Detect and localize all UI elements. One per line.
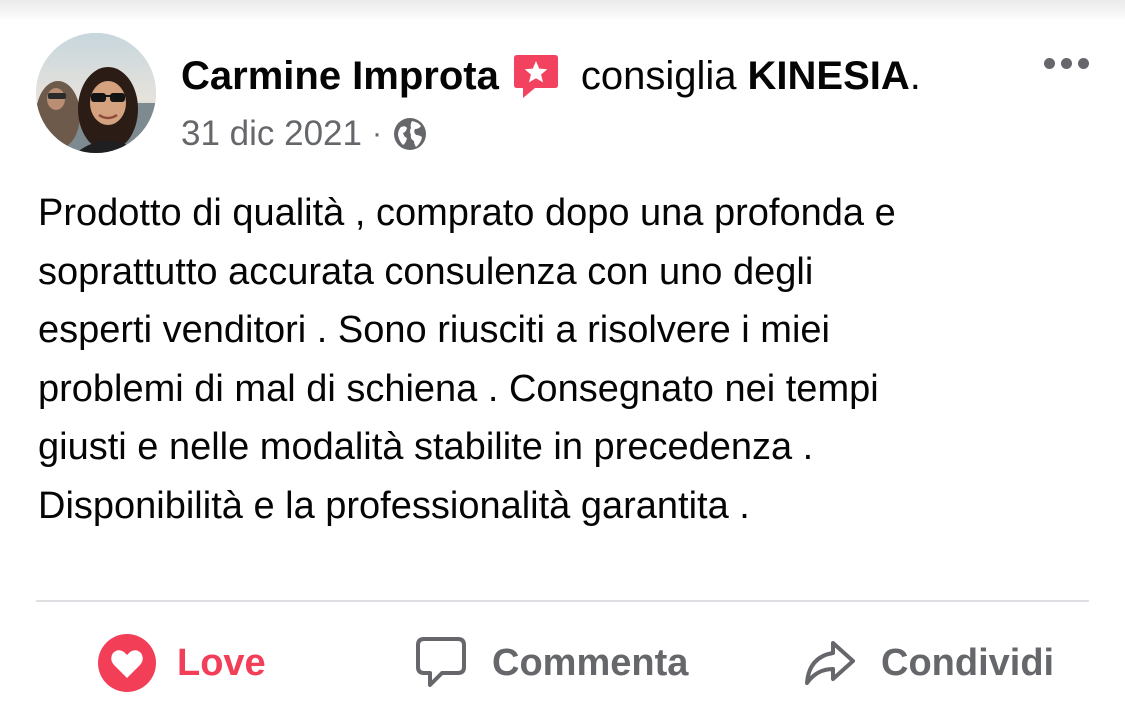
more-options-icon-dot: [1060, 57, 1072, 69]
header-period: .: [909, 54, 921, 98]
post-card: Carmine Improta consiglia KINESIA. 31 di…: [0, 0, 1125, 721]
post-body-text: Prodotto di qualità , comprato dopo una …: [38, 192, 896, 527]
love-button[interactable]: Love: [97, 630, 266, 696]
page-name[interactable]: KINESIA: [748, 50, 910, 102]
post-date[interactable]: 31 dic 2021: [181, 114, 362, 154]
share-label: Condividi: [881, 641, 1055, 684]
comment-icon: [416, 637, 466, 687]
comment-label: Commenta: [492, 641, 689, 684]
share-arrow-icon: [805, 641, 855, 685]
more-options-icon-dot: [1043, 57, 1055, 69]
love-icon: [98, 634, 156, 692]
more-options-icon-dot: [1077, 57, 1089, 69]
more-options-button[interactable]: [1036, 48, 1096, 78]
comment-button[interactable]: Commenta: [414, 630, 688, 696]
post-header: Carmine Improta consiglia KINESIA.: [181, 50, 921, 102]
recommend-verb: consiglia: [580, 54, 737, 98]
divider: [36, 600, 1089, 602]
avatar-photo: [36, 33, 156, 153]
recommendation-badge-icon: [511, 51, 561, 101]
love-label: Love: [177, 641, 266, 684]
share-button[interactable]: Condividi: [803, 630, 1054, 696]
author-name[interactable]: Carmine Improta: [181, 50, 499, 102]
meta-separator: ·: [371, 117, 382, 150]
post-meta: 31 dic 2021 ·: [181, 112, 428, 156]
avatar[interactable]: [36, 33, 156, 153]
globe-icon: [393, 118, 426, 150]
